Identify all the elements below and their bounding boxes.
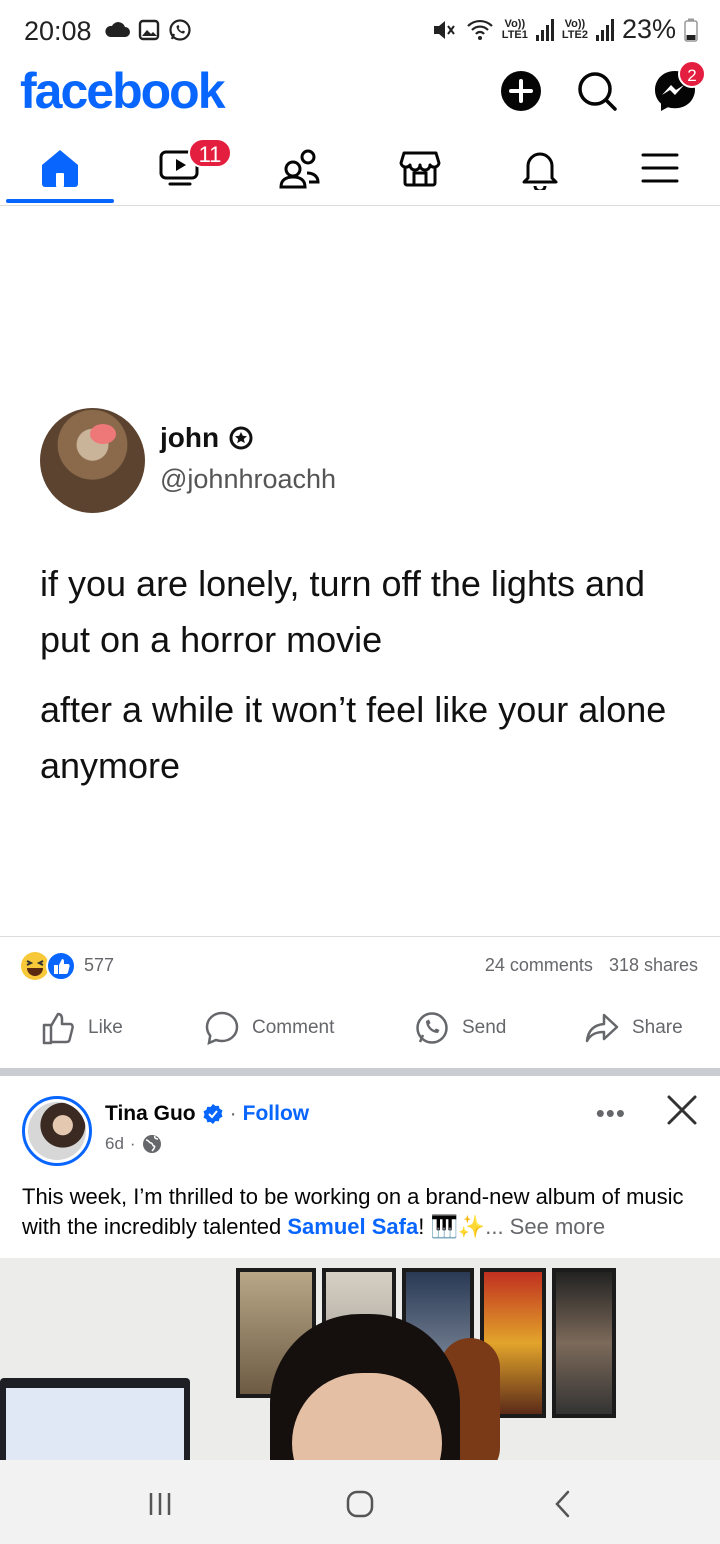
battery-percent: 23% <box>621 14 676 44</box>
tab-menu[interactable] <box>610 138 710 198</box>
post-actions: Like Comment Send Share <box>0 994 720 1068</box>
home-system-button[interactable] <box>340 1484 380 1524</box>
share-button[interactable]: Share <box>584 1010 683 1046</box>
verified-badge-icon <box>229 426 253 450</box>
post-photo[interactable] <box>0 1258 720 1460</box>
sim2-label: Vo)) LTE2 <box>561 17 588 41</box>
post-image-tweet[interactable]: john @johnhroachh if you are lonely, tur… <box>0 206 720 936</box>
close-icon <box>667 1095 697 1125</box>
gallery-icon <box>138 19 160 41</box>
share-label: Share <box>632 1017 683 1038</box>
messenger-badge: 2 <box>678 60 706 88</box>
comment-button[interactable]: Comment <box>204 1010 334 1046</box>
recent-apps-icon <box>149 1493 171 1515</box>
more-options-button[interactable]: ••• <box>596 1098 626 1129</box>
search-icon <box>578 72 617 111</box>
status-time: 20:08 <box>24 16 92 46</box>
like-button[interactable]: Like <box>40 1010 123 1046</box>
tab-home[interactable] <box>10 138 110 198</box>
thumbs-up-icon <box>42 1012 74 1045</box>
mute-icon <box>433 20 455 39</box>
facebook-logo[interactable]: facebook <box>20 62 226 120</box>
search-button[interactable] <box>574 68 620 114</box>
active-tab-indicator <box>6 199 114 203</box>
tab-video[interactable]: 11 <box>130 138 232 198</box>
menu-icon <box>641 153 679 183</box>
tab-marketplace[interactable] <box>370 138 470 198</box>
verified-icon <box>203 1104 223 1124</box>
post-time[interactable]: 6d <box>105 1134 124 1154</box>
follow-button[interactable]: Follow <box>243 1102 310 1126</box>
comment-label: Comment <box>252 1017 335 1038</box>
status-bar: 20:08 Vo)) LTE1 Vo)) LTE2 23% <box>0 0 720 62</box>
friends-icon <box>279 149 320 189</box>
post-text: This week, I’m thrilled to be working on… <box>22 1184 684 1239</box>
tab-notifications[interactable] <box>490 138 590 198</box>
home-button-icon <box>346 1490 374 1518</box>
tweet-handle: @johnhroachh <box>160 464 337 494</box>
send-label: Send <box>462 1017 507 1038</box>
share-icon <box>585 1013 619 1043</box>
app-header: facebook 2 <box>0 60 720 124</box>
create-button[interactable] <box>498 68 544 114</box>
author-name[interactable]: Tina Guo <box>105 1102 196 1126</box>
plus-icon <box>501 71 541 111</box>
like-reaction-icon <box>46 951 76 981</box>
tab-bar: 11 <box>0 128 720 206</box>
share-count[interactable]: 318 shares <box>609 955 698 976</box>
author-avatar[interactable] <box>22 1096 92 1166</box>
wifi-icon <box>467 19 493 40</box>
reaction-count[interactable]: 577 <box>84 955 114 976</box>
send-button[interactable]: Send <box>414 1010 506 1046</box>
recent-apps-button[interactable] <box>140 1484 180 1524</box>
tweet-text-line2: after a while it won’t feel like your al… <box>40 689 667 786</box>
comment-icon <box>205 1011 239 1046</box>
see-more-link[interactable]: ... See more <box>485 1214 605 1239</box>
battery-icon <box>684 18 698 42</box>
messenger-button[interactable]: 2 <box>652 60 706 114</box>
home-icon <box>42 150 78 187</box>
whatsapp-icon <box>169 19 191 41</box>
back-icon <box>555 1490 570 1518</box>
cloud-icon <box>105 22 130 37</box>
sim1-label: Vo)) LTE1 <box>501 17 528 41</box>
tweet-avatar <box>40 408 145 513</box>
tweet-text-line1: if you are lonely, turn off the lights a… <box>40 563 646 660</box>
reactions-bar: 577 24 comments 318 shares <box>0 936 720 994</box>
post-separator <box>0 1068 720 1076</box>
globe-icon <box>142 1135 161 1153</box>
signal-1-icon <box>535 18 554 41</box>
tweet-author: john <box>160 422 253 454</box>
tweet-author-name: john <box>160 422 220 453</box>
back-button[interactable] <box>544 1484 584 1524</box>
reaction-icons[interactable] <box>20 951 76 981</box>
mention-link[interactable]: Samuel Safa <box>287 1214 418 1239</box>
tab-friends[interactable] <box>250 138 350 198</box>
bell-icon <box>522 152 558 190</box>
signal-2-icon <box>595 18 614 41</box>
like-label: Like <box>88 1017 123 1038</box>
comment-count[interactable]: 24 comments <box>485 955 593 976</box>
whatsapp-send-icon <box>416 1012 448 1044</box>
video-badge: 11 <box>188 138 232 168</box>
hide-post-button[interactable] <box>664 1092 700 1128</box>
system-nav-bar <box>0 1460 720 1544</box>
marketplace-icon <box>399 151 441 187</box>
